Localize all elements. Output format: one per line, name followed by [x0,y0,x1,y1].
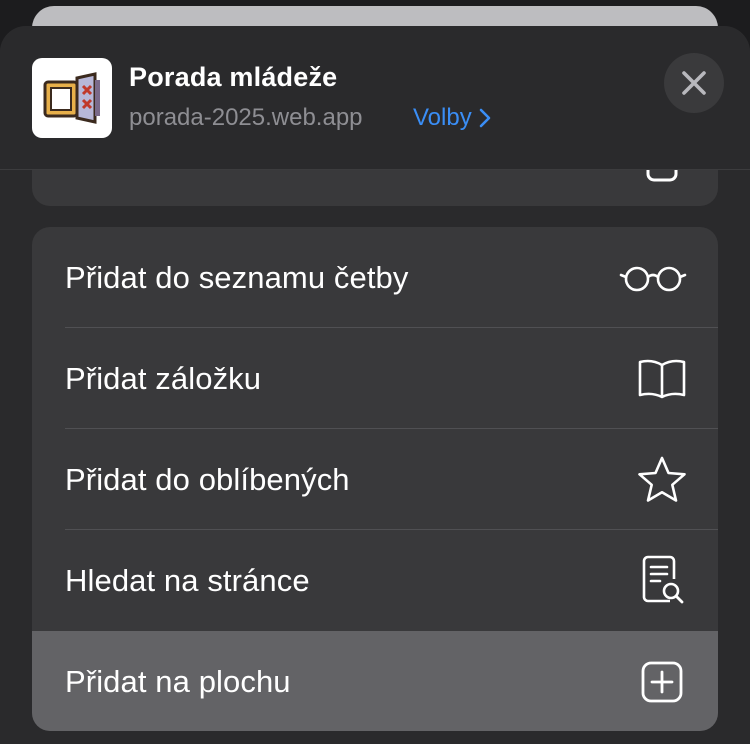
menu-item-label: Přidat do oblíbených [65,461,350,497]
app-url: porada-2025.web.app [129,104,363,131]
close-button[interactable] [664,53,724,113]
menu-item-find-on-page[interactable]: Hledat na stránce [32,530,718,631]
close-icon [682,71,706,95]
book-icon [636,353,688,405]
app-title: Porada mládeže [129,62,338,92]
glasses-icon [618,252,688,304]
menu-item-add-favorites[interactable]: Přidat do oblíbených [32,429,718,530]
menu-item-add-to-home-screen[interactable]: Přidat na plochu [32,631,718,731]
menu-item-label: Hledat na stránce [65,562,310,598]
menu-item-label: Přidat na plochu [65,663,291,699]
menu-item-label: Přidat záložku [65,360,262,396]
menu-item-add-bookmark[interactable]: Přidat záložku [32,328,718,429]
star-icon [636,454,688,506]
plus-square-icon [636,656,688,708]
options-link[interactable]: Volby [413,104,492,132]
share-header: Porada mládeže porada-2025.web.app Volby [0,26,750,170]
chevron-right-icon [479,108,491,128]
action-menu: Přidat do seznamu četby Přidat záložku P… [32,227,718,731]
menu-item-label: Přidat do seznamu četby [65,259,409,295]
find-in-page-icon [636,555,688,607]
share-sheet-screen: Porada mládeže porada-2025.web.app Volby… [0,0,750,744]
menu-item-add-reading-list[interactable]: Přidat do seznamu četby [32,227,718,328]
options-label: Volby [413,104,472,131]
app-logo-icon [32,58,112,138]
